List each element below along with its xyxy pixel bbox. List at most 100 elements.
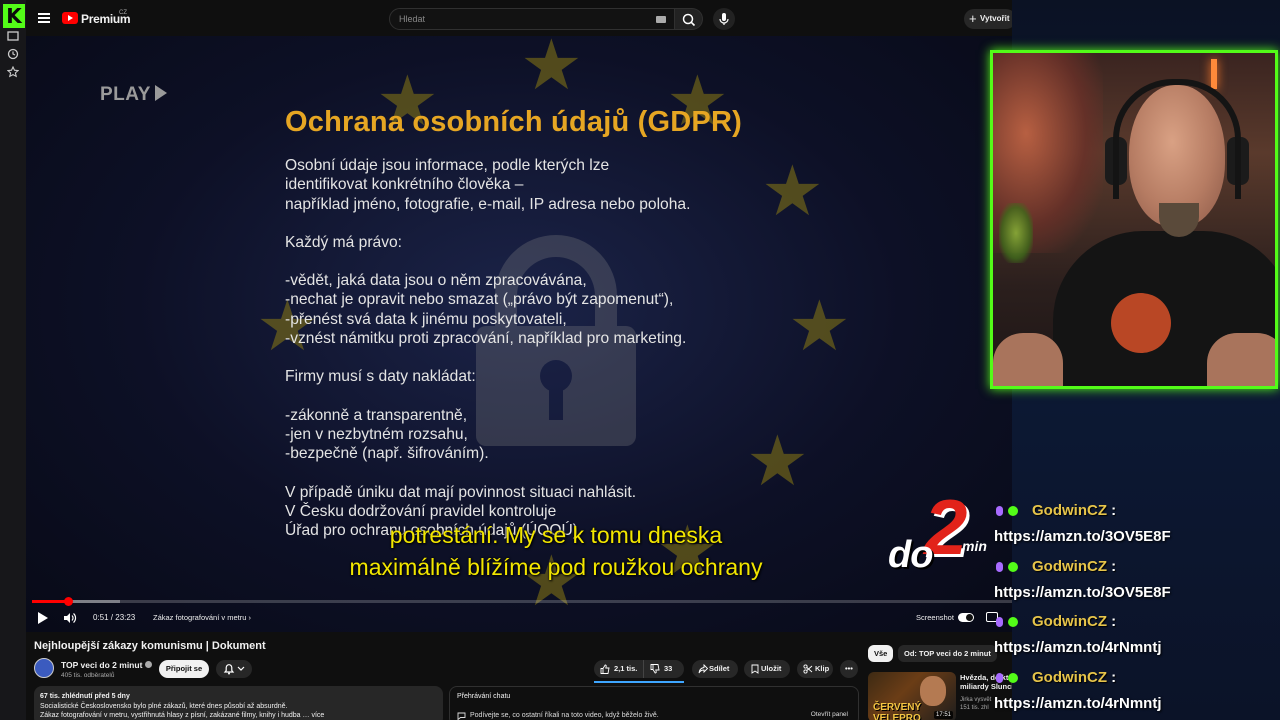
join-button[interactable]: Připojit se [159,660,209,678]
chat-username-text: GodwinCZ [1032,557,1107,575]
vhs-play-overlay: PLAY [100,84,167,106]
screenshot-toggle[interactable] [958,613,974,622]
headset-band [1113,79,1241,199]
library-icon[interactable] [7,30,19,42]
slide-title: Ochrana osobních údajů (GDPR) [285,106,742,138]
youtube-topbar: Premium CZ Hledat Vytvořit [26,4,1016,36]
chapter-label: Zákaz fotografování v metru [153,613,247,622]
screenshot-label: Screenshot [916,613,954,622]
chat-text[interactable]: https://amzn.to/4rNmntj [994,639,1162,656]
clip-label: Klip [815,664,830,673]
star-icon[interactable] [7,66,19,78]
dislike-icon [650,664,660,674]
mic-badge-icon [996,617,1003,627]
channel-name-text: TOP veci do 2 minut [61,660,143,670]
slide-line: -bezpečně (např. šifrováním). [285,445,489,463]
chat-message: GodwinCZ : https://amzn.to/3OV5E8F [994,500,1280,556]
chat-replay-message: Podívejte se, co ostatní říkali na toto … [470,712,659,719]
chat-username[interactable]: GodwinCZ : [1032,669,1116,686]
play-icon[interactable] [38,612,48,624]
history-icon[interactable] [7,48,19,60]
chip-from-channel[interactable]: Od: TOP veci do 2 minut [898,645,997,662]
channel-avatar[interactable] [34,658,54,678]
clip-button[interactable]: Klip [797,660,833,678]
slide-line: -nechat je opravit nebo smazat („právo b… [285,291,674,309]
description-line-1: Socialistické Československo bylo plné z… [40,702,288,710]
slide-body: Osobní údaje jsou informace, podle který… [285,156,845,540]
mic-icon [719,13,729,25]
share-button[interactable]: Sdílet [692,660,738,678]
open-panel-button[interactable]: Otevřít panel [811,711,848,718]
chat-text[interactable]: https://amzn.to/3OV5E8F [994,528,1171,545]
background-plant [999,203,1033,263]
slide-line: Osobní údaje jsou informace, podle který… [285,157,610,174]
verified-badge-icon [1008,561,1018,572]
streamer-arm-left [993,333,1063,386]
chip-all[interactable]: Vše [868,645,894,662]
caption-line-2: maximálně blížíme pod roužkou ochrany [349,554,763,580]
recommended-thumbnail[interactable]: ČERVENÝ VELEPRO 17:51 [868,672,956,720]
share-label: Sdílet [709,664,730,673]
save-button[interactable]: Uložit [744,660,790,678]
progress-played [32,600,68,603]
create-button[interactable]: Vytvořit [964,9,1016,29]
like-button[interactable]: 2,1 tis. [594,660,644,678]
chat-username[interactable]: GodwinCZ : [1032,558,1116,575]
more-actions-button[interactable]: ••• [840,660,858,678]
chat-username-text: GodwinCZ [1032,668,1107,686]
chat-text[interactable]: https://amzn.to/3OV5E8F [994,584,1171,601]
caption-line-1: potrestání. My se k tomu dneska [389,522,723,548]
share-icon [698,664,708,674]
search-button[interactable] [675,8,703,30]
time-display: 0:51 / 23:23 [93,613,136,622]
channel-name[interactable]: TOP veci do 2 minut [61,660,153,670]
slide-gap [285,214,845,233]
dislike-count: 33 [664,664,673,673]
chat-username-text: GodwinCZ [1032,613,1107,630]
slide-line: Každý má právo: [285,233,403,251]
chapter-title[interactable]: Zákaz fotografování v metru › [153,613,251,622]
verified-badge-icon [1008,506,1018,516]
kick-sidebar: K [0,0,26,720]
dislike-button[interactable]: 33 [644,660,684,678]
kick-logo[interactable]: K [3,4,25,28]
save-label: Uložit [761,664,782,673]
subscribe-bell-button[interactable] [216,660,252,678]
like-dislike-group: 2,1 tis. 33 [594,660,684,678]
slide-line: Firmy musí s daty nakládat: [285,368,476,386]
search-input[interactable]: Hledat [389,8,675,30]
chat-username[interactable]: GodwinCZ : [1032,502,1116,519]
search-placeholder: Hledat [399,14,426,24]
region-label: CZ [119,10,127,16]
verified-badge-icon [1008,672,1018,683]
slide-line: -jen v nezbytném rozsahu, [285,425,468,443]
streamer-arm-right [1207,333,1275,386]
hamburger-icon[interactable] [38,13,50,23]
background-lamp [1211,59,1217,89]
keyboard-icon[interactable] [656,16,666,23]
chat-colon: : [1107,502,1117,519]
verified-badge-icon [1008,617,1018,627]
chat-colon: : [1107,557,1117,575]
mic-badge-icon [996,561,1003,572]
description-box[interactable]: 67 tis. zhlédnutí před 5 dny Socialistic… [34,686,443,720]
chat-message: GodwinCZ : https://amzn.to/4rNmntj [994,667,1280,720]
eu-star: ★ [520,36,583,104]
slide-line: -vznést námitku proti zpracování, napřík… [285,330,687,348]
chat-text[interactable]: https://amzn.to/4rNmntj [994,695,1162,712]
like-indicator [594,681,684,683]
chat-icon [457,712,466,720]
slide-line: V Česku dodržování pravidel kontroluje [285,502,557,520]
progress-bar[interactable] [32,597,1012,606]
chat-username[interactable]: GodwinCZ : [1032,613,1116,630]
video-player[interactable]: ★ ★ ★ ★ ★ ★ ★ ★ ★ PLAY Ochrana osobních … [26,36,1012,632]
chat-colon: : [1107,668,1117,686]
voice-search-button[interactable] [713,8,735,30]
youtube-logo-icon[interactable] [62,12,78,24]
save-icon [751,664,759,674]
slide-line: -zákonně a transparentně, [285,406,468,424]
screen: K Premium CZ Hledat Vytvořit ★ ★ ★ ★ ★ ★… [0,0,1280,720]
bell-icon [223,664,245,675]
progress-scrubber[interactable] [63,597,73,606]
volume-icon[interactable] [63,611,77,625]
